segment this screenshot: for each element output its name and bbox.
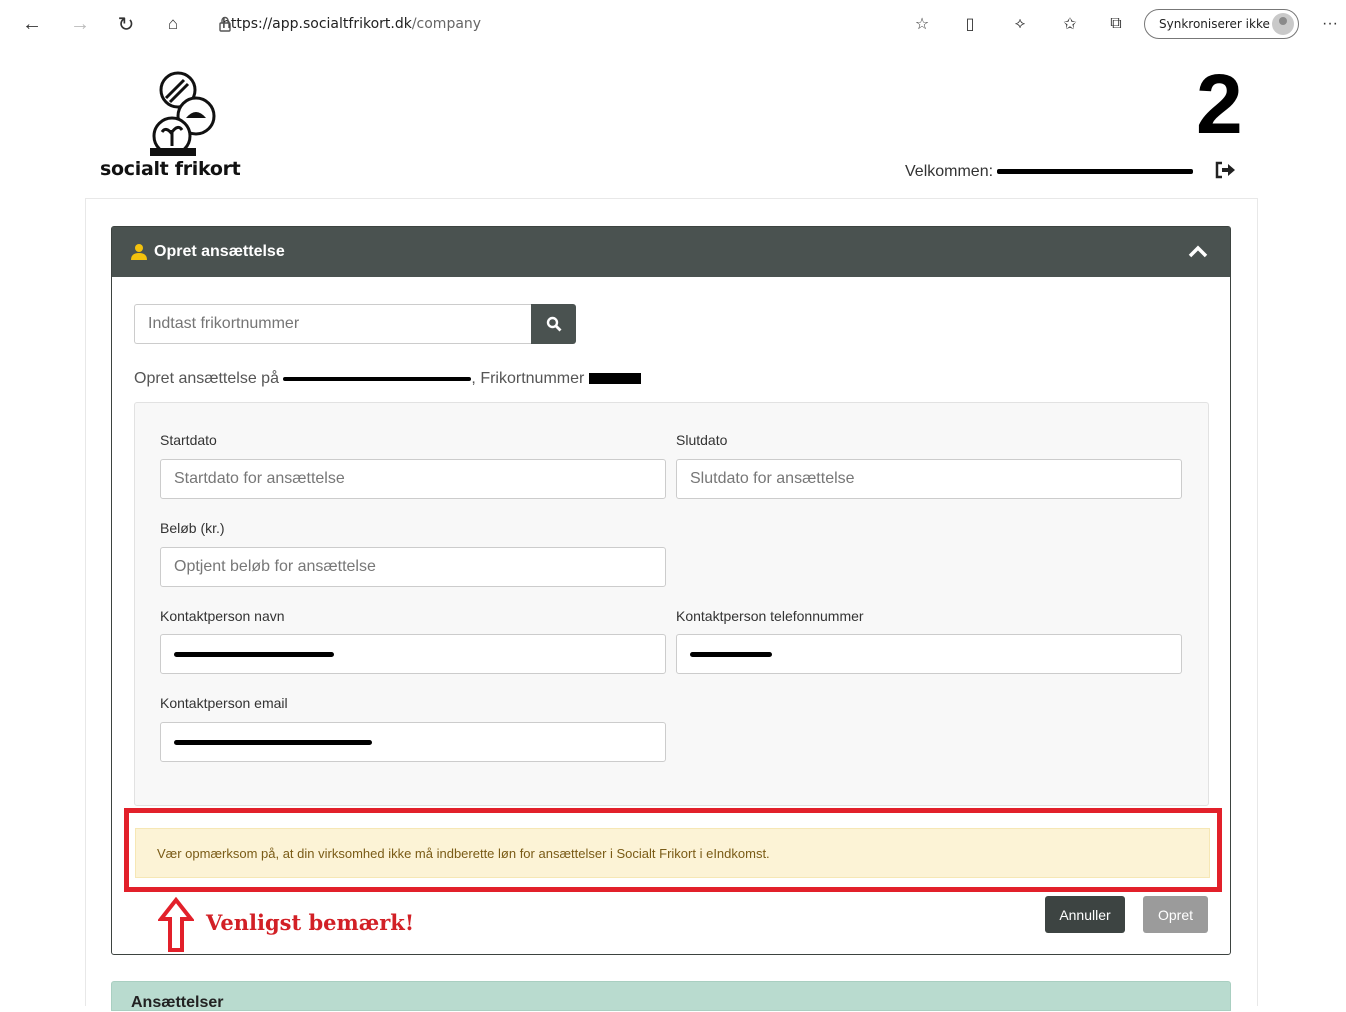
- home-icon[interactable]: ⌂: [161, 12, 185, 36]
- redacted-user-name: [997, 169, 1194, 175]
- end-date-label: Slutdato: [676, 432, 728, 448]
- address-bar[interactable]: https://app.socialtfrikort.dk/company: [200, 10, 940, 38]
- create-prefix: Opret ansættelse på: [134, 370, 279, 387]
- logout-icon[interactable]: [1214, 161, 1236, 179]
- end-date-placeholder: Slutdato for ansættelse: [690, 470, 855, 487]
- redacted-contact-email: [174, 739, 372, 745]
- cancel-button[interactable]: Annuller: [1045, 896, 1125, 933]
- frikort-search-input[interactable]: [134, 304, 532, 344]
- create-employment-panel: Opret ansættelse Opret ansættelse på , F…: [111, 226, 1231, 955]
- panel-title: Opret ansættelse: [154, 243, 285, 260]
- warning-alert: Vær opmærksom på, at din virksomhed ikke…: [135, 828, 1210, 878]
- sync-label: Synkroniserer ikke: [1159, 17, 1270, 31]
- contact-name-label: Kontaktperson navn: [160, 608, 285, 624]
- browser-toolbar: ← → ↻ ⌂ https://app.socialtfrikort.dk/co…: [0, 0, 1346, 48]
- start-date-field[interactable]: Startdato for ansættelse: [160, 459, 666, 499]
- amount-label: Beløb (kr.): [160, 520, 225, 536]
- contact-phone-field[interactable]: [676, 634, 1182, 674]
- url-path: /company: [411, 16, 482, 32]
- logo-text: socialt frikort: [100, 158, 241, 180]
- welcome-label: Velkommen:: [905, 163, 994, 180]
- contact-name-field[interactable]: [160, 634, 666, 674]
- forward-icon[interactable]: →: [68, 12, 92, 36]
- redacted-contact-name: [174, 651, 334, 657]
- employments-list-header[interactable]: Ansættelser: [111, 981, 1231, 1011]
- add-favorite-icon[interactable]: ☆: [910, 12, 934, 36]
- url-host: https://app.socialtfrikort.dk: [222, 16, 412, 32]
- favorites-icon[interactable]: ✩: [1058, 12, 1082, 36]
- create-button[interactable]: Opret: [1143, 896, 1208, 933]
- search-button[interactable]: [531, 304, 576, 344]
- extension-icon[interactable]: ▯: [958, 12, 982, 36]
- reload-icon[interactable]: ↻: [114, 12, 138, 36]
- collections-icon[interactable]: ⧉: [1104, 12, 1128, 36]
- chevron-up-icon[interactable]: [1188, 243, 1208, 259]
- more-menu-icon[interactable]: ···: [1318, 12, 1342, 36]
- start-date-label: Startdato: [160, 432, 217, 448]
- contact-email-field[interactable]: [160, 722, 666, 762]
- annotation-note: Venligst bemærk!: [206, 910, 415, 935]
- avatar: [1272, 13, 1294, 35]
- lock-icon: [219, 16, 231, 32]
- welcome-text: Velkommen:: [905, 163, 1194, 181]
- step-number: 2: [1196, 57, 1243, 151]
- redacted-contact-phone: [690, 651, 772, 657]
- create-suffix: , Frikortnummer: [471, 370, 585, 387]
- search-icon: [546, 316, 561, 332]
- profile-sync-button[interactable]: Synkroniserer ikke: [1144, 9, 1299, 39]
- redacted-frikort-number: [588, 373, 641, 385]
- employment-form: Startdato Startdato for ansættelse Slutd…: [134, 402, 1209, 806]
- amount-placeholder: Optjent beløb for ansættelse: [174, 558, 376, 575]
- redacted-person-name: [283, 376, 472, 381]
- puzzle-icon[interactable]: ⟡: [1008, 12, 1032, 36]
- arrow-up-icon: [158, 897, 194, 952]
- url-text: https://app.socialtfrikort.dk/company: [222, 16, 481, 32]
- back-icon[interactable]: ←: [20, 12, 44, 36]
- create-for-text: Opret ansættelse på , Frikortnummer: [134, 370, 641, 388]
- user-icon: [131, 244, 147, 260]
- contact-phone-label: Kontaktperson telefonnummer: [676, 608, 864, 624]
- amount-field[interactable]: Optjent beløb for ansættelse: [160, 547, 666, 587]
- end-date-field[interactable]: Slutdato for ansættelse: [676, 459, 1182, 499]
- panel-header[interactable]: Opret ansættelse: [112, 227, 1230, 277]
- contact-email-label: Kontaktperson email: [160, 695, 288, 711]
- start-date-placeholder: Startdato for ansættelse: [174, 470, 345, 487]
